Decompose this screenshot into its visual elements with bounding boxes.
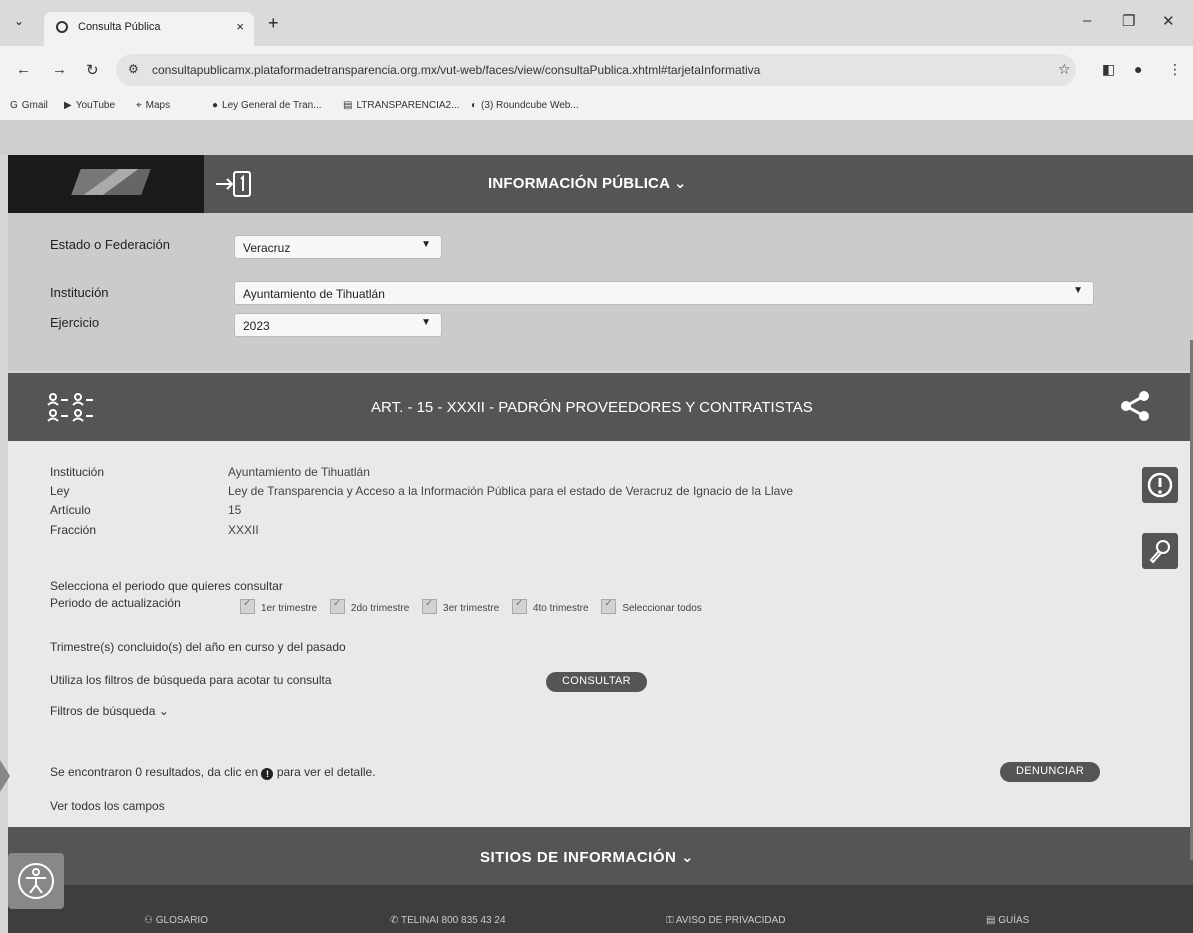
browser-tab-bar: ⌄ Consulta Pública × + – ❐ ✕ bbox=[0, 0, 1193, 46]
footer-header: SITIOS DE INFORMACIÓN ⌄ bbox=[8, 827, 1193, 885]
detail-value-fraccion: XXXII bbox=[228, 523, 259, 537]
checkbox-1er-trimestre[interactable] bbox=[240, 598, 255, 614]
concluded-text: Trimestre(s) concluido(s) del año en cur… bbox=[50, 640, 346, 654]
site-header: INFORMACIÓN PÚBLICA ⌄ bbox=[8, 155, 1193, 213]
estado-label: Estado o Federación bbox=[50, 237, 170, 252]
page-top-gap bbox=[0, 121, 1193, 155]
site-info-icon[interactable]: ⚙ bbox=[128, 62, 139, 76]
tab-search-icon[interactable]: ⌄ bbox=[14, 14, 24, 28]
footer-links: ⚇ GLOSARIO ✆ TELINAI 800 835 43 24 ⚿ AVI… bbox=[8, 885, 1193, 933]
book-icon: ⚇ bbox=[144, 915, 156, 926]
dropdown-arrow-icon: ▼ bbox=[1073, 285, 1083, 296]
results-text: Se encontraron 0 resultados, da clic en … bbox=[50, 765, 376, 780]
side-panel-icon[interactable]: ◧ bbox=[1102, 61, 1115, 78]
youtube-icon: ▶ bbox=[64, 100, 72, 111]
logo-mark bbox=[71, 169, 151, 195]
maps-icon: ⌖ bbox=[136, 100, 142, 111]
consultar-button[interactable]: CONSULTAR bbox=[546, 672, 647, 692]
checkbox-4to-trimestre[interactable] bbox=[511, 598, 527, 614]
bookmark-star-icon[interactable]: ☆ bbox=[1058, 61, 1071, 78]
roundcube-icon: ◐ bbox=[471, 100, 478, 111]
globe-icon bbox=[56, 21, 68, 33]
ejercicio-label: Ejercicio bbox=[50, 315, 100, 330]
login-icon[interactable] bbox=[214, 169, 254, 199]
side-tab-marker[interactable] bbox=[0, 760, 10, 792]
detail-value-institucion: Ayuntamiento de Tihuatlán bbox=[228, 465, 370, 479]
dropdown-arrow-icon: ▼ bbox=[421, 239, 431, 250]
article-header: ART. - 15 - XXXII - PADRÓN PROVEEDORES Y… bbox=[8, 373, 1193, 441]
new-tab-button[interactable]: + bbox=[268, 14, 279, 32]
reload-icon[interactable]: ↻ bbox=[86, 61, 99, 79]
bookmark-roundcube[interactable]: ◐ (3) Roundcube Web... bbox=[471, 100, 579, 111]
checkbox-2do-trimestre[interactable] bbox=[329, 598, 345, 614]
period-checkboxes: 1er trimestre 2do trimestre 3er trimestr… bbox=[240, 598, 712, 614]
footer-link-guias[interactable]: ▤ GUÍAS bbox=[986, 915, 1029, 926]
sitios-informacion-menu[interactable]: SITIOS DE INFORMACIÓN ⌄ bbox=[480, 848, 694, 866]
article-content: Institución Ayuntamiento de Tihuatlán Le… bbox=[8, 441, 1193, 827]
detail-key-fraccion: Fracción bbox=[50, 523, 97, 537]
detail-value-ley: Ley de Transparencia y Acceso a la Infor… bbox=[228, 484, 794, 498]
info-alert-button[interactable] bbox=[1142, 467, 1178, 503]
dropdown-arrow-icon: ▼ bbox=[421, 317, 431, 328]
logo[interactable] bbox=[8, 155, 204, 213]
denunciar-button[interactable]: DENUNCIAR bbox=[1000, 762, 1101, 782]
bookmark-gmail[interactable]: G Gmail bbox=[10, 100, 48, 111]
wrench-tools-button[interactable] bbox=[1142, 533, 1178, 569]
browser-address-bar: ← → ↻ ⚙ consultapublicamx.plataformadetr… bbox=[0, 46, 1193, 94]
bookmark-ley-general[interactable]: ● Ley General de Tran... bbox=[212, 100, 322, 111]
accessibility-button[interactable] bbox=[8, 853, 64, 909]
share-icon[interactable] bbox=[1118, 389, 1152, 428]
filters-hint: Utiliza los filtros de búsqueda para aco… bbox=[50, 673, 332, 687]
tab-title: Consulta Pública bbox=[78, 21, 161, 33]
browser-tab[interactable]: Consulta Pública × bbox=[44, 12, 254, 46]
detail-value-articulo: 15 bbox=[228, 503, 242, 517]
footer-link-aviso[interactable]: ⚿ AVISO DE PRIVACIDAD bbox=[666, 915, 786, 926]
maximize-icon[interactable]: ❐ bbox=[1122, 12, 1135, 30]
document-icon: ▤ bbox=[343, 100, 353, 111]
close-window-icon[interactable]: ✕ bbox=[1162, 12, 1175, 30]
bookmark-maps[interactable]: ⌖ Maps bbox=[136, 100, 170, 111]
institucion-select[interactable]: Ayuntamiento de Tihuatlán ▼ bbox=[234, 281, 1094, 305]
url-field[interactable]: ⚙ consultapublicamx.plataformadetranspar… bbox=[116, 54, 1076, 86]
article-title: ART. - 15 - XXXII - PADRÓN PROVEEDORES Y… bbox=[371, 399, 813, 416]
institucion-label: Institución bbox=[50, 285, 109, 300]
lock-icon: ⚿ bbox=[666, 915, 676, 926]
select-period-text: Selecciona el periodo que quieres consul… bbox=[50, 579, 283, 593]
bookmark-ltransparencia[interactable]: ▤ LTRANSPARENCIA2... bbox=[343, 100, 459, 111]
people-list-icon bbox=[46, 391, 114, 427]
footer-link-telinai[interactable]: ✆ TELINAI 800 835 43 24 bbox=[390, 915, 506, 926]
footer-link-glosario[interactable]: ⚇ GLOSARIO bbox=[144, 915, 208, 926]
informacion-publica-menu[interactable]: INFORMACIÓN PÚBLICA ⌄ bbox=[488, 174, 687, 192]
detail-key-ley: Ley bbox=[50, 484, 70, 498]
gmail-icon: G bbox=[10, 100, 18, 111]
info-icon: ! bbox=[261, 768, 274, 780]
bookmark-youtube[interactable]: ▶ YouTube bbox=[64, 100, 115, 111]
search-filters-toggle[interactable]: Filtros de búsqueda ⌄ bbox=[50, 704, 169, 718]
bookmarks-bar: G Gmail ▶ YouTube ⌖ Maps ● Ley General de Tr… bbox=[0, 94, 1193, 121]
estado-select[interactable]: Veracruz ▼ bbox=[234, 235, 442, 259]
back-arrow-icon[interactable]: ← bbox=[16, 61, 31, 78]
profile-icon[interactable]: ● bbox=[1134, 61, 1142, 77]
forward-arrow-icon[interactable]: → bbox=[52, 61, 67, 78]
url-text: consultapublicamx.plataformadetransparen… bbox=[152, 63, 761, 77]
accessibility-icon bbox=[18, 863, 54, 899]
detail-key-articulo: Artículo bbox=[50, 503, 91, 517]
guide-icon: ▤ bbox=[986, 915, 999, 926]
checkbox-seleccionar-todos[interactable] bbox=[601, 598, 617, 614]
phone-icon: ✆ bbox=[390, 915, 401, 926]
tab-close-icon[interactable]: × bbox=[236, 19, 244, 34]
filters-panel: Estado o Federación Veracruz ▼ Institució… bbox=[8, 213, 1193, 371]
ver-todos-link[interactable]: Ver todos los campos bbox=[50, 799, 165, 813]
detail-key-institucion: Institución bbox=[50, 465, 105, 479]
menu-kebab-icon[interactable]: ⋮ bbox=[1168, 61, 1182, 78]
checkbox-3er-trimestre[interactable] bbox=[422, 598, 438, 614]
periodo-label: Periodo de actualización bbox=[50, 596, 181, 610]
minimize-icon[interactable]: – bbox=[1083, 12, 1091, 29]
site-icon: ● bbox=[212, 100, 219, 111]
ejercicio-select[interactable]: 2023 ▼ bbox=[234, 313, 442, 337]
